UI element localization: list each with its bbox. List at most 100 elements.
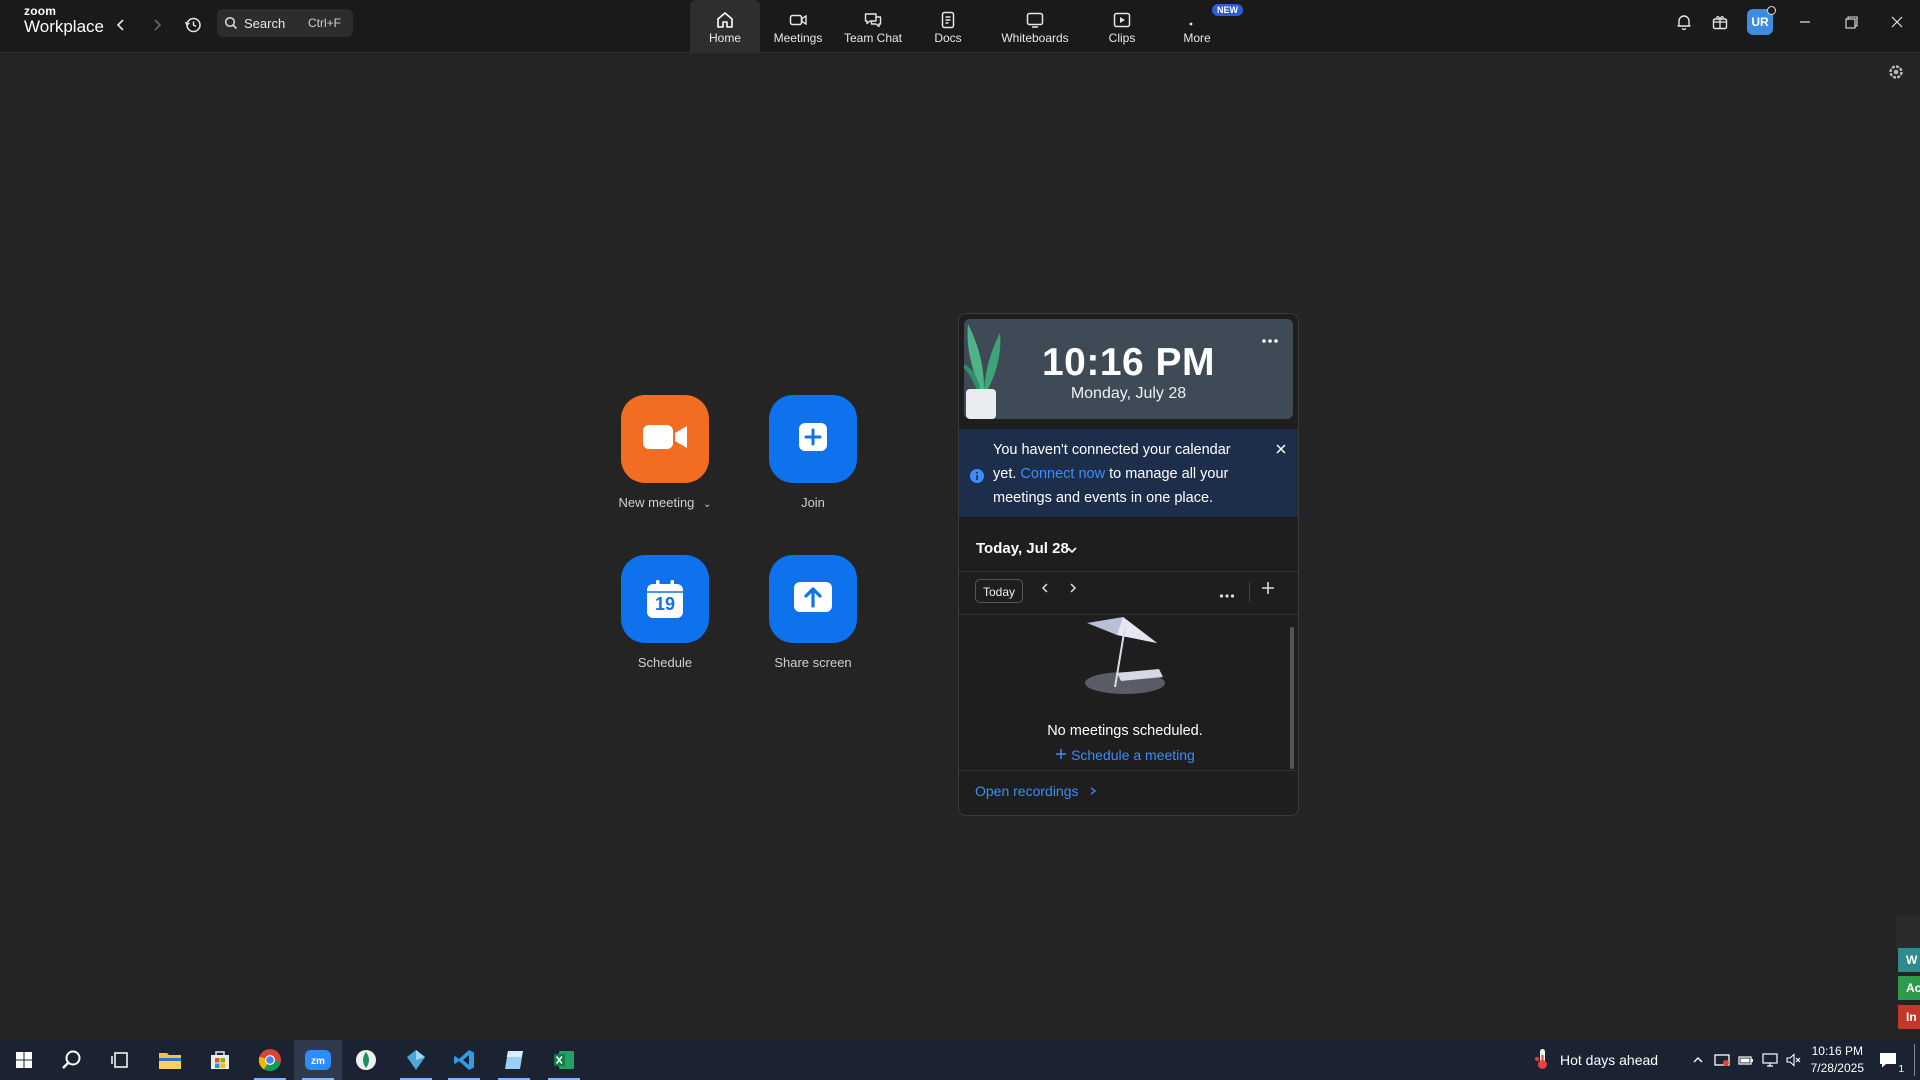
back-icon[interactable] (108, 12, 134, 38)
minimize-icon[interactable] (1782, 0, 1828, 44)
restore-icon[interactable] (1828, 0, 1874, 44)
whiteboard-icon (1025, 9, 1045, 31)
gift-icon[interactable] (1702, 0, 1738, 44)
share-screen-action[interactable]: Share screen (748, 555, 878, 670)
edge-label-ac[interactable]: Ac (1898, 976, 1920, 1000)
chevron-down-icon[interactable] (1066, 542, 1078, 560)
doc-icon (938, 9, 958, 31)
gear-icon[interactable] (1886, 62, 1906, 87)
clock-card: 10:16 PM Monday, July 28 (964, 319, 1293, 419)
events-list: No meetings scheduled. Schedule a meetin… (959, 615, 1298, 769)
avatar-button[interactable]: UR (1738, 0, 1782, 44)
avatar: UR (1747, 6, 1776, 35)
microsoft-store-icon[interactable] (196, 1040, 244, 1080)
bell-icon[interactable] (1666, 0, 1702, 44)
show-desktop-divider[interactable] (1914, 1044, 1915, 1076)
zoom-logo: zoom Workplace (24, 5, 104, 35)
tab-home[interactable]: Home (690, 0, 760, 52)
join-label: Join (801, 495, 825, 510)
forward-icon[interactable] (144, 12, 170, 38)
open-recordings-row[interactable]: Open recordings (959, 770, 1298, 815)
open-recordings-link[interactable]: Open recordings (975, 783, 1079, 799)
vscode-icon[interactable] (440, 1040, 488, 1080)
search-label: Search (244, 15, 286, 31)
toolbar-divider (1249, 582, 1250, 602)
tab-home-label: Home (708, 31, 741, 45)
app-diamond-icon[interactable] (392, 1040, 440, 1080)
more-options-icon[interactable] (1219, 586, 1235, 604)
taskbar-clock[interactable]: 10:16 PM 7/28/2025 (1811, 1043, 1864, 1077)
edge-panel (1896, 915, 1920, 950)
today-button[interactable]: Today (975, 579, 1023, 603)
calendar-widget: 10:16 PM Monday, July 28 You haven't con… (958, 313, 1299, 816)
edge-label-in[interactable]: In (1898, 1005, 1920, 1029)
tab-more[interactable]: NEW More (1160, 0, 1243, 52)
chevron-down-icon[interactable]: ⌄ (703, 499, 711, 510)
close-window-icon[interactable] (1874, 0, 1920, 44)
join-button[interactable] (769, 395, 857, 483)
window-controls-area: UR (1666, 0, 1920, 44)
notifications-icon[interactable]: 1 (1866, 1040, 1910, 1080)
search-box[interactable]: Search Ctrl+F (217, 9, 353, 37)
chevron-up-icon[interactable] (1686, 1055, 1710, 1065)
zoom-taskbar-icon[interactable]: zm (294, 1040, 342, 1080)
new-meeting-button[interactable] (621, 395, 709, 483)
tab-team-chat[interactable]: Team Chat (836, 0, 910, 52)
edge-label-w[interactable]: W (1898, 948, 1920, 972)
new-meeting-action[interactable]: New meeting ⌄ (600, 395, 730, 510)
status-dot (1767, 6, 1776, 15)
battery-icon[interactable] (1734, 1054, 1758, 1066)
share-screen-button[interactable] (769, 555, 857, 643)
no-meetings-text: No meetings scheduled. (1047, 723, 1203, 739)
calendar-icon: 19 (646, 579, 684, 619)
avatar-initials: UR (1751, 15, 1769, 29)
schedule-label: Schedule (637, 655, 693, 670)
scrollbar[interactable] (1290, 627, 1294, 769)
windows-taskbar: zm Hot days ahead 10:16 PM 7/28/2025 1 (0, 1040, 1920, 1080)
taskbar-time: 10:16 PM (1811, 1044, 1863, 1058)
next-day-icon[interactable] (1066, 581, 1080, 600)
excel-icon[interactable] (540, 1040, 588, 1080)
schedule-meeting-link[interactable]: Schedule a meeting (959, 747, 1291, 763)
schedule-button[interactable]: 19 (621, 555, 709, 643)
day-header: Today, Jul 28 (976, 540, 1069, 557)
more-options-icon[interactable] (1261, 331, 1279, 349)
prev-day-icon[interactable] (1038, 581, 1052, 600)
add-event-icon[interactable] (1261, 581, 1275, 600)
svg-text:zm: zm (311, 1056, 325, 1067)
vpn-app-icon[interactable] (342, 1040, 390, 1080)
notes-app-icon[interactable] (490, 1040, 538, 1080)
volume-muted-icon[interactable] (1782, 1053, 1806, 1067)
plus-icon (1055, 747, 1071, 763)
taskbar-date: 7/28/2025 (1810, 1061, 1864, 1075)
title-bar: zoom Workplace Search Ctrl+F Home Meetin… (0, 0, 1920, 53)
search-shortcut: Ctrl+F (308, 16, 341, 30)
tab-whiteboards[interactable]: Whiteboards (986, 0, 1084, 52)
new-meeting-label: New meeting (618, 495, 695, 510)
more-icon (1187, 9, 1207, 31)
task-view-icon[interactable] (96, 1040, 144, 1080)
tab-docs[interactable]: Docs (910, 0, 986, 52)
share-up-arrow-icon (793, 581, 833, 618)
connect-now-link[interactable]: Connect now (1020, 466, 1105, 482)
chevron-right-icon (1082, 783, 1098, 799)
tab-meetings[interactable]: Meetings (760, 0, 836, 52)
video-camera-icon (642, 422, 688, 457)
windows-start-icon[interactable] (0, 1040, 48, 1080)
search-icon (224, 16, 238, 30)
history-icon[interactable] (180, 12, 206, 38)
weather-text: Hot days ahead (1560, 1052, 1659, 1068)
join-action[interactable]: Join (748, 395, 878, 510)
security-icon[interactable] (1710, 1053, 1734, 1067)
new-badge: NEW (1212, 4, 1243, 16)
file-explorer-icon[interactable] (146, 1040, 194, 1080)
taskbar-search-icon[interactable] (48, 1040, 96, 1080)
chrome-icon[interactable] (246, 1040, 294, 1080)
network-icon[interactable] (1758, 1053, 1782, 1067)
tab-clips[interactable]: Clips (1084, 0, 1160, 52)
day-selector[interactable]: Today, Jul 28 (959, 527, 1298, 572)
weather-widget[interactable]: Hot days ahead (1534, 1040, 1658, 1080)
schedule-action[interactable]: 19 Schedule (600, 555, 730, 670)
tab-team-chat-label: Team Chat (843, 31, 903, 45)
close-icon[interactable] (1276, 441, 1286, 459)
